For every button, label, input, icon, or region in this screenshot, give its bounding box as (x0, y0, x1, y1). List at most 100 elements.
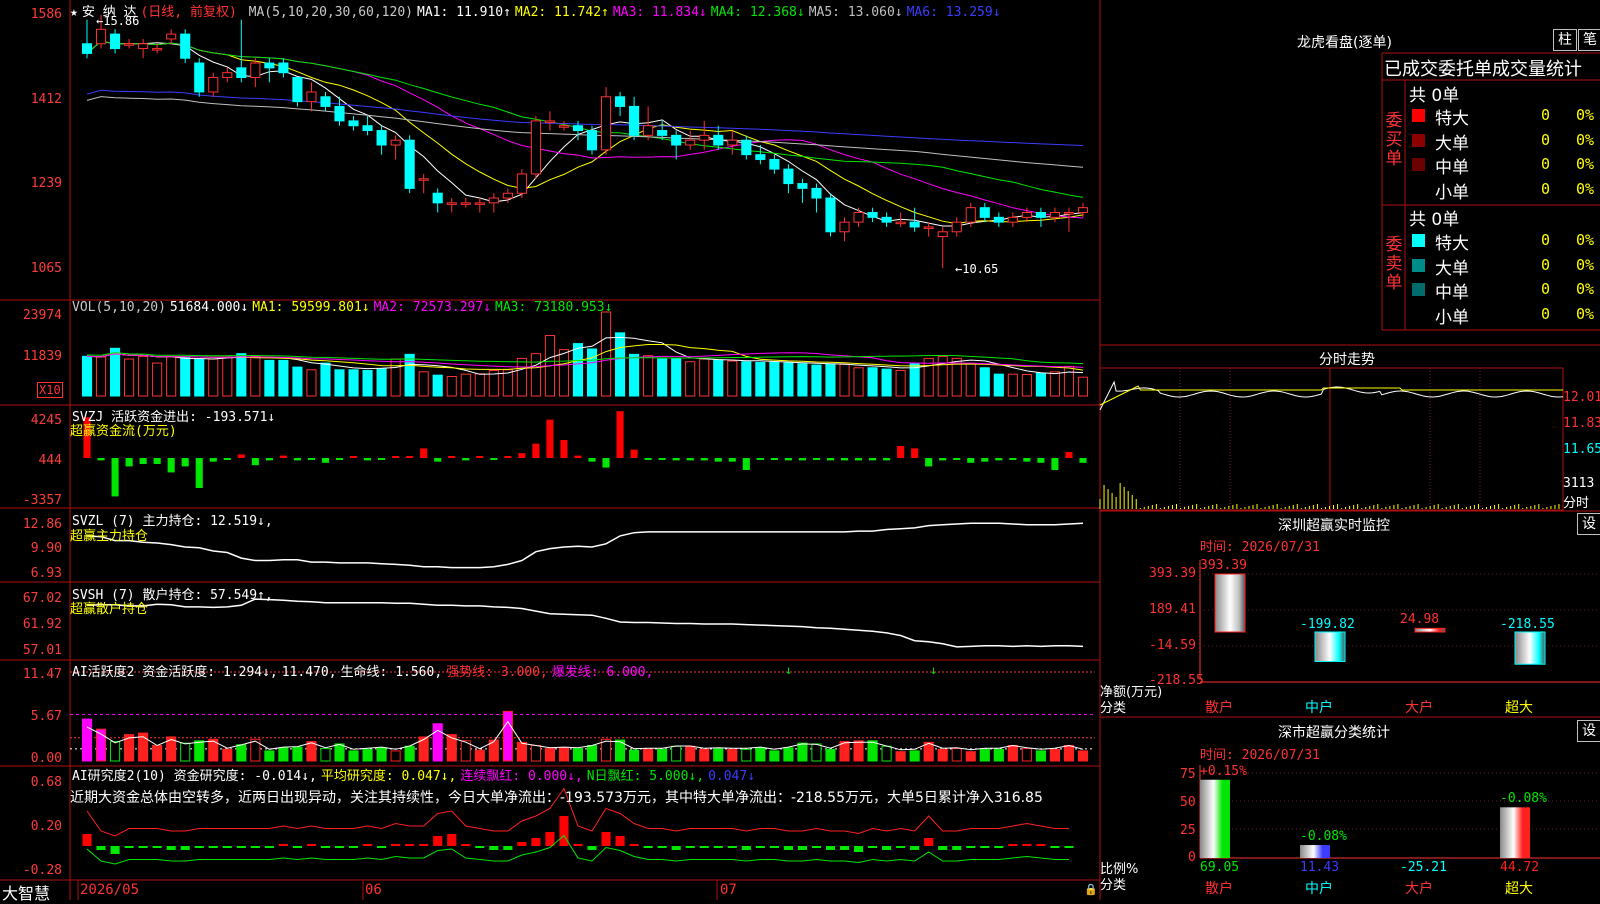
svzj-axis-1: 4245 (30, 413, 62, 428)
volume-bar (600, 311, 612, 397)
lhb-title: 龙虎看盘(逐单) (1297, 35, 1392, 51)
research-bar (250, 846, 260, 848)
candle-body (432, 192, 443, 204)
money-flow-bar (504, 456, 512, 458)
research-bar (377, 846, 387, 848)
tick-view-button[interactable]: 笔 (1578, 29, 1600, 51)
volume-bar (713, 359, 724, 397)
activity-bar (432, 723, 443, 762)
candle-body (194, 62, 205, 93)
activity-bar (769, 750, 780, 762)
volume-bar (166, 355, 177, 397)
activity-bar (965, 751, 976, 762)
candle-body (923, 226, 934, 229)
ma-indicator-line: ★ 安 纳 达 (日线, 前复权) MA(5,10,20,30,60,120) MA1… (70, 1, 1005, 20)
volume-bar (446, 376, 457, 397)
buy_rows-swatch-2 (1412, 158, 1425, 171)
candle-body (586, 130, 598, 151)
szc-axis-3: 25 (1180, 823, 1196, 838)
volume-bar (937, 355, 948, 397)
money-flow-bar (981, 458, 989, 462)
money-flow-bar (125, 458, 133, 467)
volume-bar (292, 366, 303, 397)
money-flow-bar (1051, 458, 1059, 470)
money-flow-bar (237, 454, 245, 458)
candle-body (741, 139, 752, 156)
volume-bar (572, 343, 584, 397)
money-flow-bar (798, 458, 806, 461)
szc-bar-value-0: 69.05 (1200, 860, 1240, 875)
candle-body (783, 168, 794, 185)
buy_rows-count-1: 0 (1540, 130, 1550, 149)
money-flow-bar (321, 458, 330, 463)
research-bar (573, 844, 583, 846)
vol-axis-2: 11839 (22, 349, 62, 364)
money-flow-bar (784, 458, 792, 461)
sz-class-settings-button[interactable]: 设 (1577, 720, 1600, 742)
bar-view-button[interactable]: 柱 (1553, 29, 1577, 51)
activity-bar (895, 751, 906, 762)
candle-body (334, 105, 345, 122)
research-bar (419, 844, 429, 846)
sz-monitor-title: 深圳超赢实时监控 (1278, 518, 1390, 534)
ai1-value-2: 生命线: 1.560, (340, 665, 443, 680)
ma-value-1: MA1: 11.910↑ (417, 5, 511, 20)
research-bar (924, 838, 934, 846)
sz-bar-value-0: 393.39 (1200, 558, 1247, 573)
ai2-value-0: AI研究度2(10) 资金研究度: -0.014↓, (72, 769, 317, 784)
ma-value-3: MA3: 11.834↓ (612, 5, 707, 20)
money-flow-bar (560, 440, 568, 458)
money-flow-bar (925, 458, 933, 467)
volume-bar (320, 362, 331, 397)
szc-bar (1300, 845, 1330, 858)
sz-axis-3: -14.59 (1149, 638, 1196, 653)
activity-bar (783, 747, 794, 762)
activity-bar (278, 747, 289, 762)
szc-axis-4: 0 (1188, 850, 1196, 865)
candle-body (236, 67, 247, 78)
volume-bar (881, 368, 892, 397)
svzl-subtitle: 超赢主力持仓 (70, 529, 149, 544)
money-flow-bar (854, 458, 863, 461)
sell_rows-percent-1: 0% (1576, 255, 1595, 274)
candle-body (138, 43, 149, 50)
vol-unit-badge: X10 (37, 382, 63, 398)
volume-bar (979, 367, 990, 397)
candle-body (643, 125, 654, 136)
research-bar (166, 846, 176, 850)
activity-bar (222, 748, 233, 762)
money-flow-bar (293, 458, 301, 461)
candle-body (1077, 207, 1089, 214)
candle-body (208, 77, 219, 93)
svsh-subtitle: 超赢散户持仓 (70, 602, 149, 617)
candle-body (1035, 212, 1046, 218)
activity-bar (194, 740, 205, 762)
volume-bar (334, 369, 345, 397)
szc-bar-category-2: 大户 (1405, 881, 1433, 897)
money-flow-bar (742, 458, 750, 470)
activity-bar (586, 744, 598, 762)
fenshi-unit: 分时 (1563, 496, 1590, 511)
szc-bar-category-1: 中户 (1305, 881, 1333, 897)
candle-body (769, 158, 780, 170)
candle-body (572, 125, 584, 132)
money-flow-bar (1065, 452, 1073, 458)
candle-body (615, 96, 626, 107)
sz-bar-category-3: 超大 (1505, 700, 1533, 716)
candle-body (1021, 212, 1032, 218)
research-bar (994, 846, 1004, 848)
research-bar (1064, 846, 1074, 848)
candle-body (727, 139, 738, 146)
sell_rows-count-3: 0 (1540, 304, 1550, 323)
candle-body (418, 178, 429, 181)
lock-icon: 🔒 (1084, 883, 1098, 896)
volume-bar (432, 374, 443, 397)
sz-monitor-settings-button[interactable]: 设 (1577, 513, 1600, 535)
candle-body (166, 33, 177, 40)
buy_rows-label-0: 特大 (1435, 109, 1469, 129)
sz-bar (1514, 631, 1546, 665)
money-flow-bar (686, 458, 694, 461)
fenshi-price-line (1099, 380, 1564, 411)
candle-body (376, 130, 387, 146)
svsh-axis-2: 61.92 (22, 617, 62, 632)
